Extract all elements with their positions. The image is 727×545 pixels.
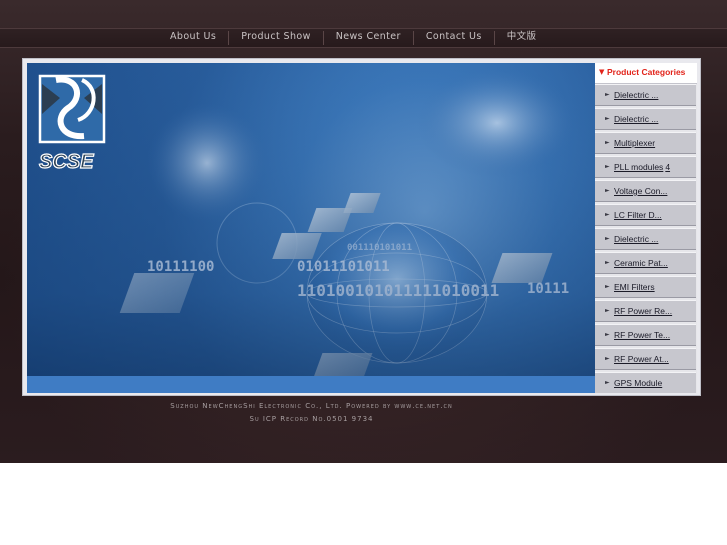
bullet-arrow-icon: ► [605,235,610,242]
dropdown-arrow-icon: ▼ [599,68,605,76]
category-item[interactable]: ► RF Power Te... [595,324,696,346]
category-item[interactable]: ► Multiplexer [595,132,696,154]
nav-contact-us[interactable]: Contact Us [414,31,495,45]
category-label[interactable]: EMI Filters [614,282,655,292]
bullet-arrow-icon: ► [605,355,610,362]
nav-chinese-version[interactable]: 中文版 [495,31,549,45]
footer-company-line: Suzhou NewChengShi Electronic Co., Ltd. … [170,402,453,410]
footer-icp-line: Su ICP Record No.0501 9734 [249,415,374,423]
category-label[interactable]: RF Power Re... [614,306,672,316]
category-item[interactable]: ► Dielectric ... [595,84,696,106]
category-item[interactable]: ► Dielectric ... [595,108,696,130]
main-nav: About Us Product Show News Center Contac… [158,31,548,45]
category-label[interactable]: Dielectric ... [614,90,658,100]
nav-product-show[interactable]: Product Show [229,31,324,45]
category-item[interactable]: ► Voltage Con... [595,180,696,202]
bullet-arrow-icon: ► [605,163,610,170]
category-label[interactable]: Multiplexer [614,138,655,148]
bullet-arrow-icon: ► [605,307,610,314]
hero-banner: 10111100 01011101011 1101001010111110100… [27,63,595,393]
logo-mark-icon: SCSE [38,74,106,174]
categories-header: ▼ Product Categories [595,63,697,84]
bullet-arrow-icon: ► [605,259,610,266]
categories-title: Product Categories [607,67,686,77]
bullet-arrow-icon: ► [605,379,610,386]
category-item[interactable]: ► GPS Module [595,372,696,393]
product-categories-panel: ▼ Product Categories ► Dielectric ... ► … [595,63,697,393]
category-item[interactable]: ► EMI Filters [595,276,696,298]
category-label[interactable]: Ceramic Pat... [614,258,668,268]
category-label[interactable]: RF Power At... [614,354,669,364]
category-label-text[interactable]: PLL modules [614,162,663,172]
category-count: 4 [665,162,671,172]
bullet-arrow-icon: ► [605,187,610,194]
category-item[interactable]: ► PLL modules 4 [595,156,696,178]
category-item[interactable]: ► RF Power At... [595,348,696,370]
category-label[interactable]: Dielectric ... [614,234,658,244]
company-logo: SCSE [38,74,110,174]
bullet-arrow-icon: ► [605,331,610,338]
banner-shade [27,63,595,393]
nav-about-us[interactable]: About Us [158,31,230,45]
category-label[interactable]: PLL modules 4 [614,162,670,172]
logo-text: SCSE [39,151,94,172]
category-label[interactable]: LC Filter D... [614,210,662,220]
bullet-arrow-icon: ► [605,139,610,146]
category-label[interactable]: RF Power Te... [614,330,670,340]
category-label[interactable]: Dielectric ... [614,114,658,124]
category-item[interactable]: ► Dielectric ... [595,228,696,250]
category-item[interactable]: ► RF Power Re... [595,300,696,322]
nav-news-center[interactable]: News Center [324,31,414,45]
category-item[interactable]: ► LC Filter D... [595,204,696,226]
bullet-arrow-icon: ► [605,115,610,122]
banner-bottom-bar [27,376,595,393]
bullet-arrow-icon: ► [605,283,610,290]
bullet-arrow-icon: ► [605,91,610,98]
category-label[interactable]: Voltage Con... [614,186,667,196]
category-label[interactable]: GPS Module [614,378,662,388]
category-item[interactable]: ► Ceramic Pat... [595,252,696,274]
bullet-arrow-icon: ► [605,211,610,218]
